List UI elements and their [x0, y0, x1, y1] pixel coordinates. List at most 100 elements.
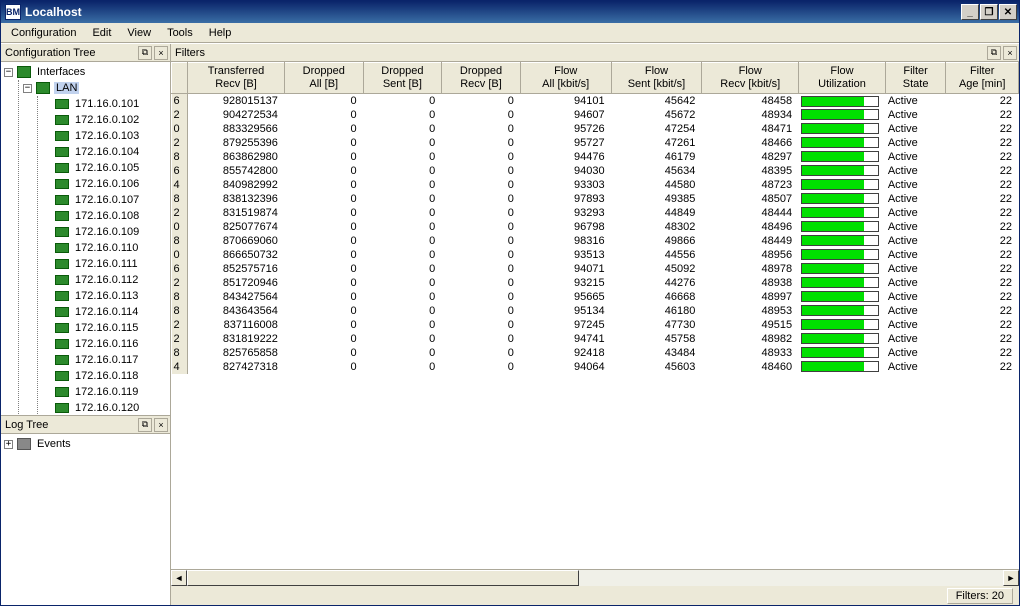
menu-view[interactable]: View: [119, 25, 159, 41]
tree-node-lan[interactable]: − LAN: [23, 80, 167, 96]
table-row[interactable]: 2851720946000932154427648938Active22: [172, 276, 1019, 290]
cell-dropped-sent: 0: [363, 206, 442, 220]
cell-dropped-all: 0: [284, 332, 363, 346]
utilization-bar: [801, 361, 879, 372]
table-row[interactable]: 8870669060000983164986648449Active22: [172, 234, 1019, 248]
cell-rownum: 6: [172, 94, 188, 108]
panel-close-button[interactable]: ×: [154, 46, 168, 60]
column-header-rownum[interactable]: [172, 63, 188, 94]
filters-grid-wrapper[interactable]: TransferredRecv [B]DroppedAll [B]Dropped…: [171, 62, 1019, 569]
tree-node-host[interactable]: 172.16.0.116: [42, 336, 167, 352]
scroll-thumb[interactable]: [187, 570, 579, 586]
maximize-button[interactable]: ❐: [980, 4, 998, 20]
table-row[interactable]: 0883329566000957264725448471Active22: [172, 122, 1019, 136]
table-row[interactable]: 8863862980000944764617948297Active22: [172, 150, 1019, 164]
scroll-track[interactable]: [187, 570, 1003, 586]
table-row[interactable]: 4827427318000940644560348460Active22: [172, 360, 1019, 374]
scroll-right-button[interactable]: ►: [1003, 570, 1019, 586]
column-header[interactable]: FlowSent [kbit/s]: [611, 63, 702, 94]
tree-node-host[interactable]: 172.16.0.114: [42, 304, 167, 320]
table-row[interactable]: 6852575716000940714509248978Active22: [172, 262, 1019, 276]
table-row[interactable]: 0825077674000967984830248496Active22: [172, 220, 1019, 234]
close-button[interactable]: ✕: [999, 4, 1017, 20]
table-row[interactable]: 2831519874000932934484948444Active22: [172, 206, 1019, 220]
filters-header[interactable]: Filters ⧉ ×: [171, 44, 1019, 62]
table-row[interactable]: 8838132396000978934938548507Active22: [172, 192, 1019, 206]
tree-node-host[interactable]: 172.16.0.109: [42, 224, 167, 240]
tree-node-host[interactable]: 172.16.0.107: [42, 192, 167, 208]
scroll-left-button[interactable]: ◄: [171, 570, 187, 586]
tree-node-host[interactable]: 172.16.0.108: [42, 208, 167, 224]
column-header[interactable]: FlowAll [kbit/s]: [520, 63, 611, 94]
tree-node-host[interactable]: 172.16.0.102: [42, 112, 167, 128]
horizontal-scrollbar[interactable]: ◄ ►: [171, 569, 1019, 585]
table-row[interactable]: 2879255396000957274726148466Active22: [172, 136, 1019, 150]
panel-pin-button[interactable]: ⧉: [987, 46, 1001, 60]
column-header[interactable]: FilterAge [min]: [946, 63, 1019, 94]
column-header[interactable]: FlowUtilization: [799, 63, 886, 94]
tree-toggle-icon[interactable]: −: [23, 84, 32, 93]
utilization-fill: [802, 236, 864, 245]
tree-node-host[interactable]: 172.16.0.110: [42, 240, 167, 256]
tree-node-interfaces[interactable]: − Interfaces: [4, 64, 167, 80]
menu-tools[interactable]: Tools: [159, 25, 201, 41]
log-tree-header[interactable]: Log Tree ⧉ ×: [1, 416, 170, 434]
panel-pin-button[interactable]: ⧉: [138, 46, 152, 60]
tree-node-host[interactable]: 172.16.0.117: [42, 352, 167, 368]
cell-transferred-recv: 838132396: [188, 192, 285, 206]
column-header[interactable]: DroppedAll [B]: [284, 63, 363, 94]
panel-close-button[interactable]: ×: [1003, 46, 1017, 60]
tree-node-host[interactable]: 172.16.0.113: [42, 288, 167, 304]
panel-close-button[interactable]: ×: [154, 418, 168, 432]
utilization-bar: [801, 193, 879, 204]
column-header[interactable]: DroppedSent [B]: [363, 63, 442, 94]
titlebar[interactable]: BM Localhost _ ❐ ✕: [1, 1, 1019, 23]
cell-dropped-recv: 0: [442, 136, 521, 150]
table-row[interactable]: 8825765858000924184348448933Active22: [172, 346, 1019, 360]
menu-configuration[interactable]: Configuration: [3, 25, 84, 41]
column-header[interactable]: DroppedRecv [B]: [442, 63, 521, 94]
config-tree-header[interactable]: Configuration Tree ⧉ ×: [1, 44, 170, 62]
tree-toggle-icon[interactable]: +: [4, 440, 13, 449]
table-row[interactable]: 2904272534000946074567248934Active22: [172, 108, 1019, 122]
cell-dropped-sent: 0: [363, 122, 442, 136]
host-icon: [55, 371, 69, 381]
tree-node-host[interactable]: 172.16.0.105: [42, 160, 167, 176]
column-header[interactable]: FilterState: [885, 63, 946, 94]
table-row[interactable]: 0866650732000935134455648956Active22: [172, 248, 1019, 262]
table-row[interactable]: 2837116008000972454773049515Active22: [172, 318, 1019, 332]
tree-node-host[interactable]: 172.16.0.103: [42, 128, 167, 144]
cell-transferred-recv: 879255396: [188, 136, 285, 150]
tree-node-host[interactable]: 172.16.0.120: [42, 400, 167, 415]
cell-flow-all: 93303: [520, 178, 611, 192]
table-row[interactable]: 8843427564000956654666848997Active22: [172, 290, 1019, 304]
table-row[interactable]: 6928015137000941014564248458Active22: [172, 94, 1019, 108]
menu-edit[interactable]: Edit: [84, 25, 119, 41]
cell-rownum: 8: [172, 192, 188, 206]
panel-pin-button[interactable]: ⧉: [138, 418, 152, 432]
tree-node-host[interactable]: 171.16.0.101: [42, 96, 167, 112]
tree-node-host[interactable]: 172.16.0.115: [42, 320, 167, 336]
table-row[interactable]: 2831819222000947414575848982Active22: [172, 332, 1019, 346]
column-header[interactable]: TransferredRecv [B]: [188, 63, 285, 94]
tree-node-events[interactable]: + Events: [4, 436, 167, 452]
menu-help[interactable]: Help: [201, 25, 240, 41]
cell-rownum: 8: [172, 234, 188, 248]
tree-node-host[interactable]: 172.16.0.111: [42, 256, 167, 272]
table-row[interactable]: 6855742800000940304563448395Active22: [172, 164, 1019, 178]
config-tree-panel: Configuration Tree ⧉ × − Interfaces −: [1, 44, 170, 415]
tree-node-host[interactable]: 172.16.0.106: [42, 176, 167, 192]
tree-node-host[interactable]: 172.16.0.112: [42, 272, 167, 288]
table-row[interactable]: 8843643564000951344618048953Active22: [172, 304, 1019, 318]
tree-node-host[interactable]: 172.16.0.118: [42, 368, 167, 384]
minimize-button[interactable]: _: [961, 4, 979, 20]
host-icon: [55, 275, 69, 285]
cell-filter-state: Active: [885, 150, 946, 164]
tree-node-host[interactable]: 172.16.0.104: [42, 144, 167, 160]
tree-node-host[interactable]: 172.16.0.119: [42, 384, 167, 400]
column-header[interactable]: FlowRecv [kbit/s]: [702, 63, 799, 94]
tree-toggle-icon[interactable]: −: [4, 68, 13, 77]
utilization-fill: [802, 278, 864, 287]
cell-dropped-sent: 0: [363, 346, 442, 360]
table-row[interactable]: 4840982992000933034458048723Active22: [172, 178, 1019, 192]
